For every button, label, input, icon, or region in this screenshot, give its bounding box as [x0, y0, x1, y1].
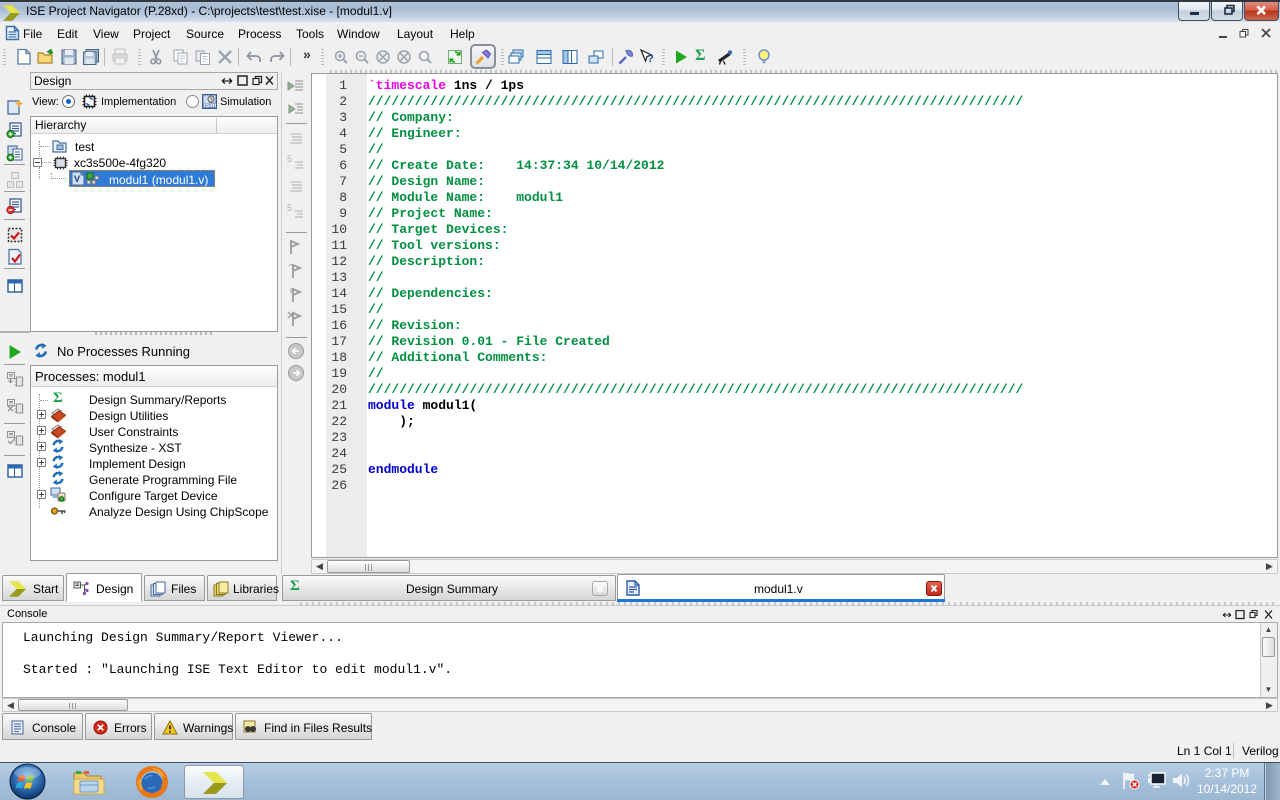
svg-text:?: ? [647, 53, 654, 65]
svg-text:V: V [74, 174, 80, 184]
svg-text:5: 5 [287, 154, 292, 164]
svg-text:iSim: iSim [204, 103, 217, 109]
svg-text:5: 5 [287, 203, 292, 213]
